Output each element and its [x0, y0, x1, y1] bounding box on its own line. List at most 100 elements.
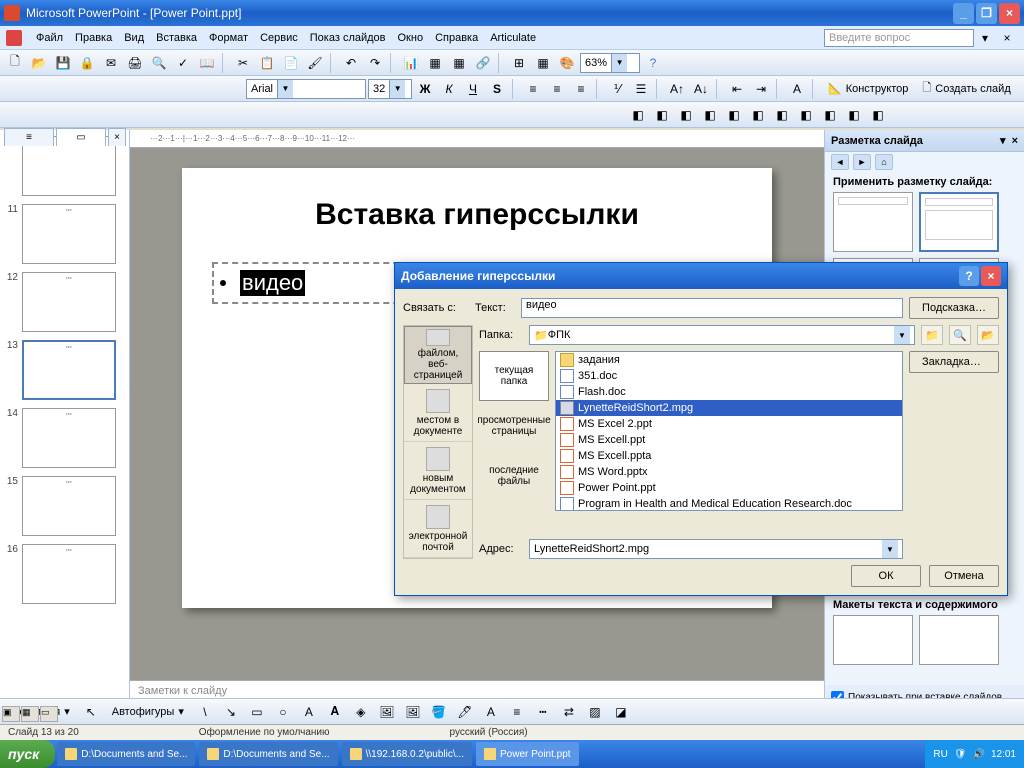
- new-slide-button[interactable]: 🗋 Создать слайд: [916, 78, 1016, 100]
- layout-item[interactable]: [833, 192, 913, 252]
- up-folder-icon[interactable]: 📁: [921, 325, 943, 345]
- file-item[interactable]: MS Word.pptx: [556, 464, 902, 480]
- slide-thumbnail[interactable]: ···: [22, 272, 116, 332]
- align-center-icon[interactable]: ≡: [546, 78, 568, 100]
- taskpane-dropdown-icon[interactable]: ▾: [1000, 134, 1006, 147]
- permission-icon[interactable]: 🔒: [76, 52, 98, 74]
- underline-icon[interactable]: Ч: [462, 78, 484, 100]
- wordart-icon[interactable]: 𝐀: [324, 701, 346, 723]
- folder-combo[interactable]: 📁 ФПК▼: [529, 325, 915, 345]
- menu-articulate[interactable]: Articulate: [484, 30, 542, 46]
- clipart-icon[interactable]: 🖼: [376, 701, 398, 723]
- menu-edit[interactable]: Правка: [69, 30, 118, 46]
- file-item[interactable]: задания: [556, 352, 902, 368]
- cut-icon[interactable]: ✂: [232, 52, 254, 74]
- undo-icon[interactable]: ↶: [340, 52, 362, 74]
- color-icon[interactable]: 🎨: [556, 52, 578, 74]
- file-item[interactable]: LynetteReidShort2.mpg: [556, 400, 902, 416]
- bullets-icon[interactable]: ☰: [630, 78, 652, 100]
- system-tray[interactable]: RU 🛡 🔊 12:01: [925, 740, 1024, 768]
- taskbar-item[interactable]: D:\Documents and Se...: [57, 742, 195, 766]
- browse-item[interactable]: последние файлы: [479, 451, 549, 501]
- line-icon[interactable]: \: [194, 701, 216, 723]
- zoom-combo[interactable]: 63%▼: [580, 53, 640, 73]
- lang-indicator[interactable]: RU: [933, 749, 947, 760]
- browse-item[interactable]: просмотренные страницы: [479, 401, 549, 451]
- address-input[interactable]: LynetteReidShort2.mpg▼: [529, 539, 903, 559]
- file-item[interactable]: Flash.doc: [556, 384, 902, 400]
- normal-view-icon[interactable]: ▣: [2, 706, 20, 722]
- file-item[interactable]: MS Excel 2.ppt: [556, 416, 902, 432]
- slide-thumbnail[interactable]: ···: [22, 476, 116, 536]
- linkto-item[interactable]: местом в документе: [404, 384, 472, 442]
- slide-title[interactable]: Вставка гиперссылки: [182, 198, 772, 232]
- align-right-icon[interactable]: ≡: [570, 78, 592, 100]
- decrease-indent-icon[interactable]: ⇤: [726, 78, 748, 100]
- close-tab[interactable]: ×: [108, 128, 126, 146]
- align-left-icon[interactable]: ≡: [522, 78, 544, 100]
- select-icon[interactable]: ↖: [80, 701, 102, 723]
- menu-window[interactable]: Окно: [392, 30, 430, 46]
- layout-item[interactable]: [919, 192, 999, 252]
- shadow-icon[interactable]: S: [486, 78, 508, 100]
- linkto-item[interactable]: новым документом: [404, 442, 472, 500]
- forward-icon[interactable]: ►: [853, 154, 871, 170]
- save-icon[interactable]: 💾: [52, 52, 74, 74]
- taskpane-close-icon[interactable]: ×: [1012, 135, 1018, 147]
- rectangle-icon[interactable]: ▭: [246, 701, 268, 723]
- decrease-font-icon[interactable]: A↓: [690, 78, 712, 100]
- menu-view[interactable]: Вид: [118, 30, 150, 46]
- file-item[interactable]: Program in Health and Medical Education …: [556, 496, 902, 511]
- linkto-item[interactable]: файлом, веб-страницей: [404, 326, 472, 384]
- tb-icon[interactable]: ◧: [795, 104, 817, 126]
- slide-thumbnails[interactable]: 10···11···12···13···14···15···16···: [0, 130, 130, 710]
- tables-borders-icon[interactable]: ▦: [448, 52, 470, 74]
- help-icon[interactable]: ?: [642, 52, 664, 74]
- chart-icon[interactable]: 📊: [400, 52, 422, 74]
- layout-gallery-2[interactable]: [825, 615, 1024, 685]
- home-icon[interactable]: ⌂: [875, 154, 893, 170]
- tb-icon[interactable]: ◧: [747, 104, 769, 126]
- ok-button[interactable]: ОК: [851, 565, 921, 587]
- layout-item[interactable]: [833, 615, 913, 665]
- grid-icon[interactable]: ▦: [532, 52, 554, 74]
- slide-thumbnail[interactable]: ···: [22, 408, 116, 468]
- redo-icon[interactable]: ↷: [364, 52, 386, 74]
- menu-help[interactable]: Справка: [429, 30, 484, 46]
- table-icon[interactable]: ▦: [424, 52, 446, 74]
- clock[interactable]: 12:01: [991, 749, 1016, 760]
- new-icon[interactable]: 🗋: [4, 52, 26, 74]
- doc-close-button[interactable]: ×: [996, 27, 1018, 49]
- slide-thumbnail[interactable]: ···: [22, 340, 116, 400]
- close-button[interactable]: ×: [999, 3, 1020, 24]
- italic-icon[interactable]: К: [438, 78, 460, 100]
- menu-tools[interactable]: Сервис: [254, 30, 304, 46]
- browse-file-icon[interactable]: 📂: [977, 325, 999, 345]
- dialog-titlebar[interactable]: Добавление гиперссылки ? ×: [395, 263, 1007, 289]
- design-button[interactable]: 📐 Конструктор: [822, 78, 914, 100]
- tray-icon[interactable]: 🛡: [954, 749, 967, 760]
- tb-icon[interactable]: ◧: [843, 104, 865, 126]
- back-icon[interactable]: ◄: [831, 154, 849, 170]
- slideshow-view-icon[interactable]: ▭: [40, 706, 58, 722]
- spell-icon[interactable]: ✓: [172, 52, 194, 74]
- text-input[interactable]: видео: [521, 298, 903, 318]
- slide-thumbnail[interactable]: ···: [22, 544, 116, 604]
- cancel-button[interactable]: Отмена: [929, 565, 999, 587]
- format-painter-icon[interactable]: 🖌: [304, 52, 326, 74]
- file-item[interactable]: Power Point.ppt: [556, 480, 902, 496]
- arrow-icon[interactable]: ↘: [220, 701, 242, 723]
- file-list[interactable]: задания351.docFlash.docLynetteReidShort2…: [555, 351, 903, 511]
- menu-file[interactable]: Файл: [30, 30, 69, 46]
- screentip-button[interactable]: Подсказка…: [909, 297, 999, 319]
- tb-icon[interactable]: ◧: [771, 104, 793, 126]
- line-style-icon[interactable]: ≡: [506, 701, 528, 723]
- dialog-help-button[interactable]: ?: [959, 266, 979, 286]
- tb-icon[interactable]: ◧: [723, 104, 745, 126]
- file-item[interactable]: MS Excell.ppt: [556, 432, 902, 448]
- dash-style-icon[interactable]: ┅: [532, 701, 554, 723]
- browse-item[interactable]: текущая папка: [479, 351, 549, 401]
- fontsize-combo[interactable]: 32▼: [368, 79, 412, 99]
- line-color-icon[interactable]: 🖊: [454, 701, 476, 723]
- tb-icon[interactable]: ◧: [819, 104, 841, 126]
